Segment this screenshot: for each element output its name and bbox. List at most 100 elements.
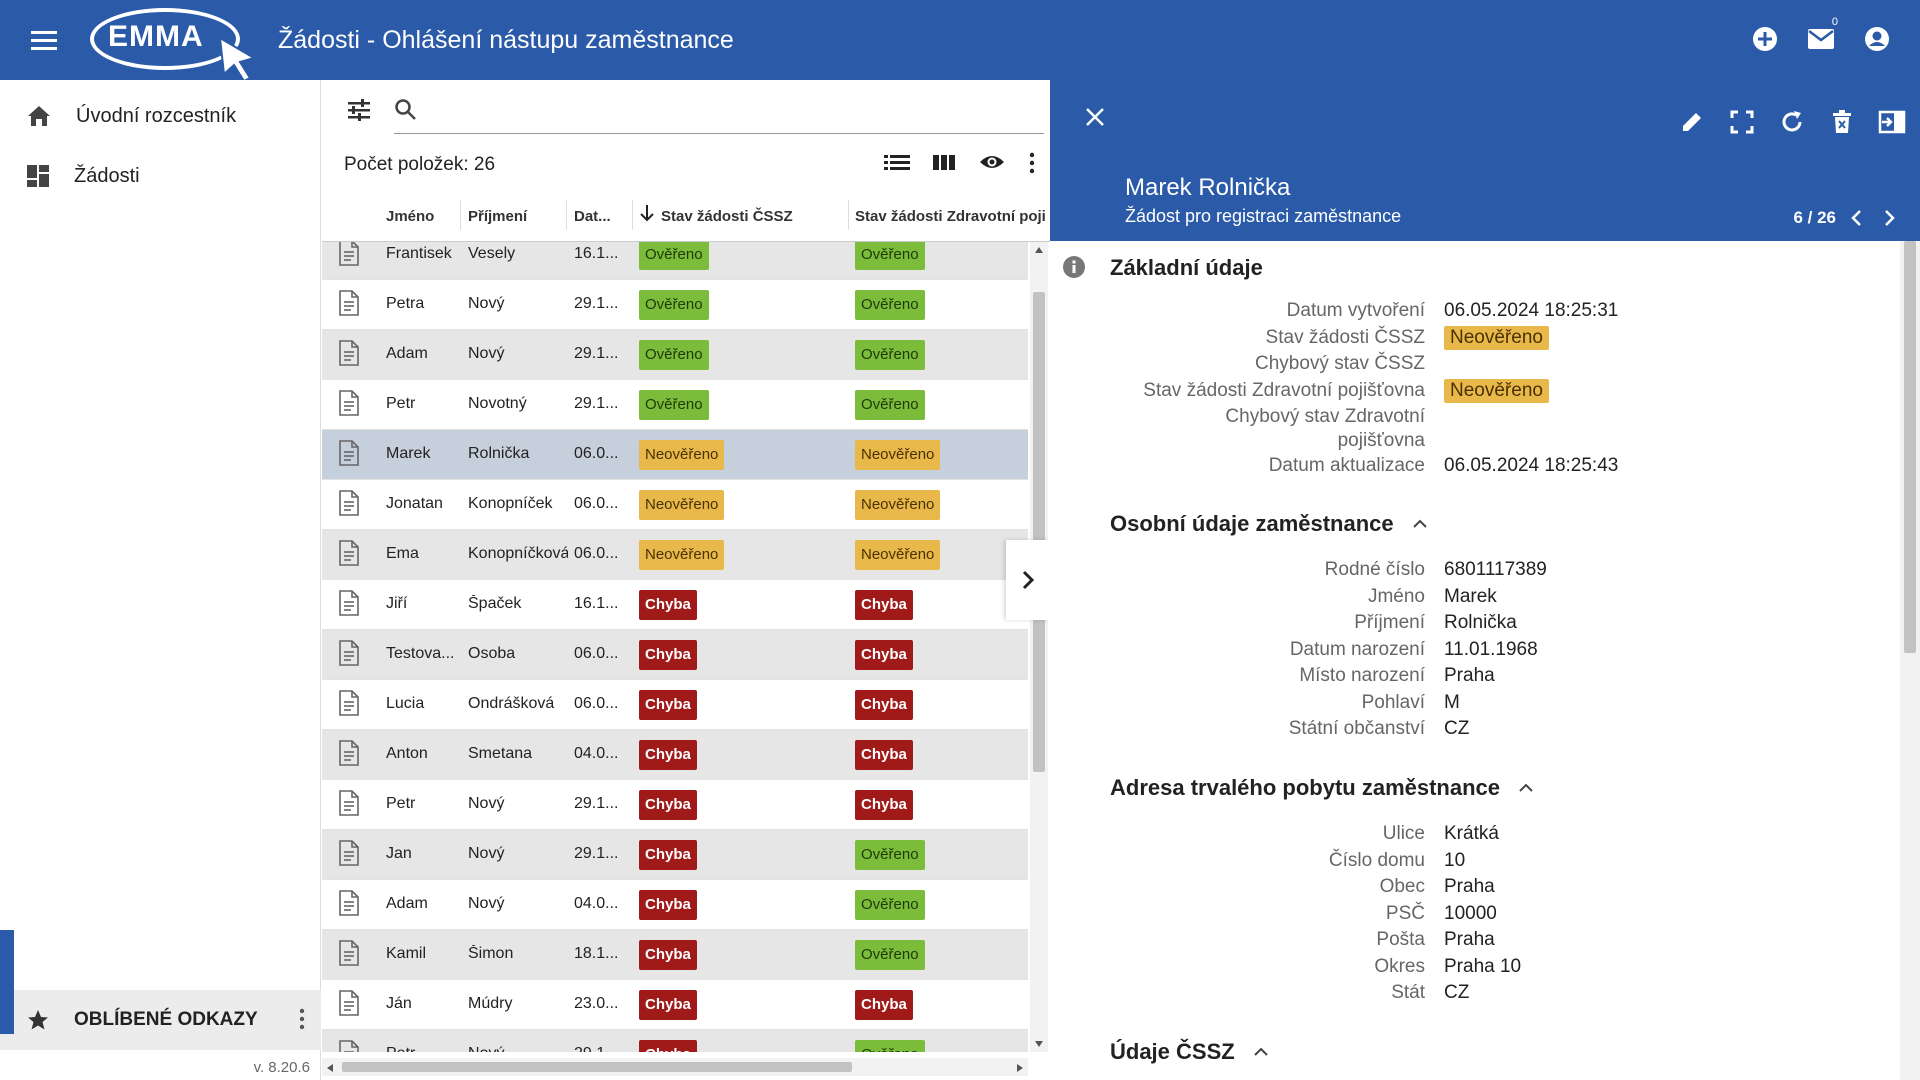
field-label: Chybový stav ČSSZ xyxy=(1255,353,1425,374)
cell-jmeno: Marek xyxy=(386,445,431,462)
favorites-accent xyxy=(0,930,14,1034)
menu-button[interactable] xyxy=(0,0,88,80)
table-row[interactable]: Petr Nový 29.1... Chyba Chyba xyxy=(322,780,1028,830)
list-panel: Počet položek: 26 Jméno Příjmení Dat... … xyxy=(322,80,1050,1080)
vertical-scrollbar[interactable] xyxy=(1030,242,1048,1052)
add-button[interactable] xyxy=(1746,20,1784,58)
edit-button[interactable] xyxy=(1676,106,1708,138)
info-icon[interactable] xyxy=(1062,255,1086,279)
cell-datum: 23.0... xyxy=(574,995,619,1012)
status-badge-zp: Chyba xyxy=(855,590,913,620)
col-prijmeni[interactable]: Příjmení xyxy=(468,208,527,225)
scroll-up-arrow-icon[interactable] xyxy=(1034,246,1044,254)
chevron-up-icon[interactable] xyxy=(1253,1046,1269,1058)
open-in-panel-button[interactable] xyxy=(1876,106,1908,138)
table-row[interactable]: Testova... Osoba 06.0... Chyba Chyba xyxy=(322,630,1028,680)
status-badge-cssz: Chyba xyxy=(639,940,697,970)
sidebar-item-home[interactable]: Úvodní rozcestník xyxy=(0,86,320,146)
horizontal-scroll-thumb[interactable] xyxy=(342,1062,852,1072)
search-input[interactable] xyxy=(394,86,1044,134)
field-label: Datum aktualizace xyxy=(1268,455,1425,476)
table-row[interactable]: Jonatan Konopníček 06.0... Neověřeno Neověře… xyxy=(322,480,1028,530)
columns-icon[interactable] xyxy=(932,152,956,172)
detail-scroll-thumb[interactable] xyxy=(1904,241,1916,653)
expand-list-button[interactable] xyxy=(1006,540,1050,620)
refresh-button[interactable] xyxy=(1776,106,1808,138)
status-badge-zp: Ověřeno xyxy=(855,840,925,870)
status-badge-cssz: Neověřeno xyxy=(639,490,725,520)
delete-button[interactable] xyxy=(1826,106,1858,138)
close-icon[interactable] xyxy=(1084,106,1106,128)
field-value: 06.05.2024 18:25:31 xyxy=(1444,300,1619,321)
sidebar-item-zadosti[interactable]: Žádosti xyxy=(0,146,320,206)
table-row[interactable]: Ema Konopníčková 06.0... Neověřeno Neověřeno xyxy=(322,530,1028,580)
scroll-right-arrow-icon[interactable] xyxy=(1016,1063,1024,1073)
table-row[interactable]: Adam Nový 04.0... Chyba Ověřeno xyxy=(322,880,1028,930)
col-datum[interactable]: Dat... xyxy=(574,208,611,225)
section-adresa[interactable]: Adresa trvalého pobytu zaměstnance xyxy=(1110,775,1534,801)
col-stav-cssz[interactable]: Stav žádosti ČSSZ xyxy=(661,208,793,225)
chevron-up-icon[interactable] xyxy=(1518,782,1534,794)
table-row[interactable]: Ján Múdry 23.0... Chyba Chyba xyxy=(322,980,1028,1030)
table-row[interactable]: Petr Nový 29.1... Chyba Ověřeno xyxy=(322,1030,1028,1052)
table-row[interactable]: Petr Novotný 29.1... Ověřeno Ověřeno xyxy=(322,380,1028,430)
field-label: Státní občanství xyxy=(1288,718,1425,739)
cell-datum: 06.0... xyxy=(574,545,619,562)
col-jmeno[interactable]: Jméno xyxy=(386,208,434,225)
detail-scrollbar[interactable] xyxy=(1900,241,1920,1080)
field-label: Datum narození xyxy=(1289,638,1425,660)
chevron-left-icon[interactable] xyxy=(1846,208,1868,228)
cell-datum: 29.1... xyxy=(574,345,619,362)
favorites-section[interactable]: OBLÍBENÉ ODKAZY xyxy=(0,930,321,1050)
cell-jmeno: Jonatan xyxy=(386,495,443,512)
field-label: Příjmení xyxy=(1354,612,1425,633)
table-row[interactable]: Adam Nový 29.1... Ověřeno Ověřeno xyxy=(322,330,1028,380)
table-body: Frantisek Vesely 16.1... Ověřeno Ověřeno Petr… xyxy=(322,242,1028,1052)
table-row[interactable]: Kamil Šimon 18.1... Chyba Ověřeno xyxy=(322,930,1028,980)
table-row[interactable]: Petra Nový 29.1... Ověřeno Ověřeno xyxy=(322,280,1028,330)
scroll-left-arrow-icon[interactable] xyxy=(326,1063,334,1073)
cell-jmeno: Kamil xyxy=(386,945,427,962)
cell-datum: 06.0... xyxy=(574,445,619,462)
cell-prijmeni: Rolnička xyxy=(468,445,530,462)
vertical-scroll-thumb[interactable] xyxy=(1033,292,1045,772)
cell-prijmeni: Vesely xyxy=(468,245,516,262)
more-vert-icon[interactable] xyxy=(1028,152,1036,174)
visibility-icon[interactable] xyxy=(978,152,1006,172)
status-badge-cssz: Neověřeno xyxy=(639,440,725,470)
chevron-up-icon[interactable] xyxy=(1412,518,1428,530)
table-row[interactable]: Marek Rolnička 06.0... Neověřeno Neověřeno xyxy=(322,430,1028,480)
table-row[interactable]: Lucia Ondrášková 06.0... Chyba Chyba xyxy=(322,680,1028,730)
cell-prijmeni: Nový xyxy=(468,795,505,812)
account-button[interactable] xyxy=(1858,20,1896,58)
status-badge-zp: Ověřeno xyxy=(855,290,925,320)
list-view-icon[interactable] xyxy=(884,152,910,172)
document-icon xyxy=(339,840,359,866)
scroll-down-arrow-icon[interactable] xyxy=(1034,1040,1044,1048)
field-value: CZ xyxy=(1444,718,1470,739)
chevron-right-icon[interactable] xyxy=(1878,208,1900,228)
table-row[interactable]: Frantisek Vesely 16.1... Ověřeno Ověřeno xyxy=(322,242,1028,280)
cell-datum: 06.0... xyxy=(574,495,619,512)
horizontal-scrollbar[interactable] xyxy=(322,1058,1028,1076)
status-badge-zp: Chyba xyxy=(855,640,913,670)
more-vert-icon[interactable] xyxy=(299,1008,305,1030)
cell-prijmeni: Nový xyxy=(468,845,505,862)
app-logo[interactable]: EMMA xyxy=(88,0,268,82)
col-stav-zp[interactable]: Stav žádosti Zdravotní poji xyxy=(855,208,1045,225)
cell-prijmeni: Nový xyxy=(468,1045,568,1052)
status-badge-zp: Chyba xyxy=(855,790,913,820)
table-row[interactable]: Jan Nový 29.1... Chyba Ověřeno xyxy=(322,830,1028,880)
mail-button[interactable]: 0 xyxy=(1802,16,1840,58)
filter-tune-icon[interactable] xyxy=(346,98,372,122)
status-badge-zp: Ověřeno xyxy=(855,242,925,270)
cell-jmeno: Petr xyxy=(386,395,416,412)
table-row[interactable]: Anton Smetana 04.0... Chyba Chyba xyxy=(322,730,1028,780)
table-row[interactable]: Jiří Špaček 16.1... Chyba Chyba xyxy=(322,580,1028,630)
fullscreen-button[interactable] xyxy=(1726,106,1758,138)
field-value: Marek xyxy=(1444,585,1497,607)
status-badge-cssz: Chyba xyxy=(639,990,697,1020)
sidebar-item-label: Žádosti xyxy=(74,164,140,187)
section-osobni[interactable]: Osobní údaje zaměstnance xyxy=(1110,511,1428,537)
section-cssz[interactable]: Údaje ČSSZ xyxy=(1110,1039,1269,1065)
